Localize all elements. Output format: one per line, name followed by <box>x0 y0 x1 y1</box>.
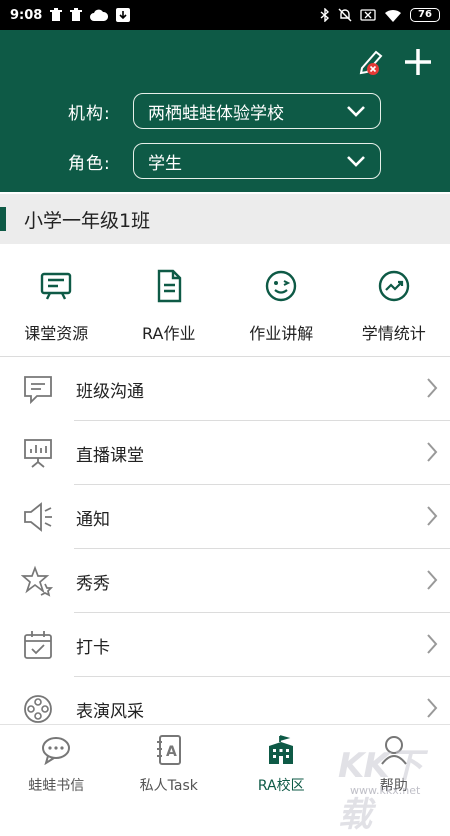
role-label: 角色: <box>68 149 111 174</box>
quick-actions: 课堂资源 RA作业 作业讲解 学情统计 <box>0 264 450 354</box>
menu-item-class-chat[interactable]: 班级沟通 <box>0 357 450 421</box>
quick-action-label: 学情统计 <box>362 320 426 344</box>
menu-item-label: 班级沟通 <box>76 377 144 402</box>
menu-item-label: 通知 <box>76 505 110 530</box>
role-select-value: 学生 <box>148 149 182 174</box>
bluetooth-icon <box>320 8 330 22</box>
quick-action-class-resources[interactable]: 课堂资源 <box>0 264 113 354</box>
presentation-board-icon <box>38 264 74 308</box>
menu-list: 班级沟通 直播课堂 通知 秀秀 打卡 <box>0 357 450 741</box>
document-icon <box>151 264 187 308</box>
org-row: 机构: 两栖蛙蛙体验学校 <box>0 92 450 130</box>
menu-item-label: 直播课堂 <box>76 441 144 466</box>
trash-icon <box>70 8 82 22</box>
tab-label: 蛙蛙书信 <box>28 775 84 795</box>
menu-item-live-class[interactable]: 直播课堂 <box>0 421 450 485</box>
menu-item-label: 打卡 <box>76 633 110 658</box>
chevron-right-icon <box>426 377 438 403</box>
no-sim-icon <box>360 9 376 21</box>
chevron-right-icon <box>426 569 438 595</box>
org-select[interactable]: 两栖蛙蛙体验学校 <box>133 93 381 129</box>
chat-icon <box>40 733 72 767</box>
stars-icon <box>18 561 58 601</box>
status-bar: 9:08 76 <box>0 0 450 30</box>
tab-letters[interactable]: 蛙蛙书信 <box>0 725 113 801</box>
edit-pencil-icon[interactable] <box>356 46 386 76</box>
quick-action-learning-stats[interactable]: 学情统计 <box>338 264 450 354</box>
header: 机构: 两栖蛙蛙体验学校 角色: 学生 <box>0 30 450 192</box>
chevron-right-icon <box>426 633 438 659</box>
quick-action-ra-homework[interactable]: RA作业 <box>113 264 226 354</box>
chevron-right-icon <box>426 441 438 467</box>
menu-item-label: 表演风采 <box>76 697 144 722</box>
class-bar[interactable]: 小学一年级1班 <box>0 194 450 244</box>
tab-label: 私人Task <box>140 775 198 795</box>
chevron-down-icon <box>346 155 366 167</box>
film-reel-icon <box>18 689 58 729</box>
role-select[interactable]: 学生 <box>133 143 381 179</box>
tab-ra-campus[interactable]: RA校区 <box>225 725 338 801</box>
chat-bubble-icon <box>18 369 58 409</box>
add-plus-icon[interactable] <box>402 46 434 78</box>
wifi-icon <box>384 9 402 22</box>
class-bar-accent <box>0 207 6 231</box>
quick-action-homework-explain[interactable]: 作业讲解 <box>225 264 338 354</box>
chevron-right-icon <box>426 505 438 531</box>
tab-label: RA校区 <box>258 775 305 795</box>
wink-face-icon <box>263 264 299 308</box>
trend-chart-icon <box>376 264 412 308</box>
notebook-icon: A <box>154 733 184 767</box>
menu-item-label: 秀秀 <box>76 569 110 594</box>
trash-icon <box>50 8 62 22</box>
menu-item-show[interactable]: 秀秀 <box>0 549 450 613</box>
download-icon <box>116 8 130 22</box>
speaker-icon <box>18 497 58 537</box>
battery-level: 76 <box>410 8 440 22</box>
watermark-url: www.kkx.net <box>350 784 420 797</box>
watermark: KK下载 www.kkx.net <box>330 736 440 800</box>
quick-action-label: RA作业 <box>142 320 195 344</box>
class-title: 小学一年级1班 <box>24 206 150 233</box>
clock: 9:08 <box>10 8 42 23</box>
calendar-check-icon <box>18 625 58 665</box>
tab-private-task[interactable]: A 私人Task <box>113 725 226 801</box>
role-row: 角色: 学生 <box>0 142 450 180</box>
menu-item-checkin[interactable]: 打卡 <box>0 613 450 677</box>
svg-text:A: A <box>166 744 177 760</box>
mute-bell-icon <box>338 8 352 22</box>
cloud-icon <box>90 9 108 22</box>
org-select-value: 两栖蛙蛙体验学校 <box>148 99 284 124</box>
chevron-down-icon <box>346 105 366 117</box>
menu-item-notice[interactable]: 通知 <box>0 485 450 549</box>
quick-action-label: 作业讲解 <box>249 320 313 344</box>
school-icon <box>265 733 297 767</box>
live-board-icon <box>18 433 58 473</box>
quick-action-label: 课堂资源 <box>24 320 88 344</box>
chevron-right-icon <box>426 697 438 723</box>
org-label: 机构: <box>68 99 111 124</box>
